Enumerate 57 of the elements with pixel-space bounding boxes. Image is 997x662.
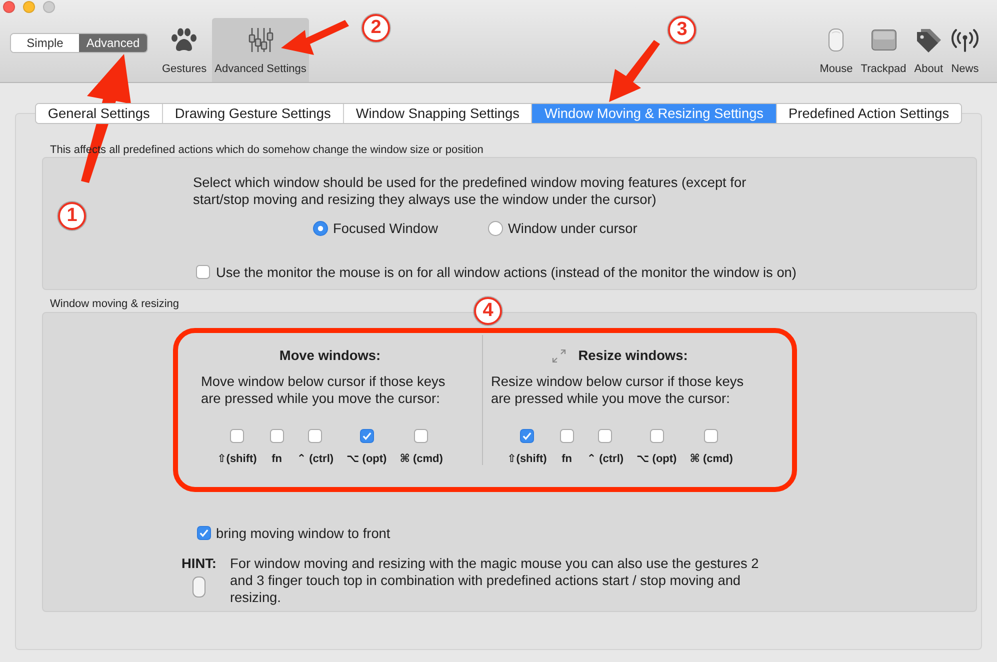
hint-label: HINT: [182,555,216,572]
mouse-icon [828,28,844,52]
checkbox-label[interactable]: Use the monitor the mouse is on for all window actions (instead of the monitor the window is on) [216,264,796,280]
toolbar-button[interactable]: Mouse [816,18,856,82]
checkbox[interactable] [520,429,534,443]
checkbox[interactable] [414,429,428,443]
paw-icon [171,28,198,52]
trackpad-icon [870,29,897,51]
group-title: Move windows: [279,348,381,363]
toolbar-button[interactable]: About [911,18,946,82]
group-description: Resize window below cursor if those keys are pressed while you move the cursor: [491,373,745,407]
key-label[interactable]: ⌥ (opt) [636,452,677,466]
resize-icon [552,348,566,362]
radio-button[interactable] [488,220,503,236]
section-caption: Window moving & resizing [50,298,179,311]
prompt-text: Select which window should be used for the predefined window moving features (except for start/stop moving and resizing they always use the window under the cursor) [193,174,748,208]
radio-label[interactable]: Window under cursor [508,220,638,236]
checkbox[interactable] [560,429,574,443]
key-label[interactable]: ⌃ (ctrl) [586,452,624,466]
toolbar-button[interactable]: Gestures [159,18,210,82]
checkbox[interactable] [650,429,664,443]
key-label[interactable]: fn [562,452,572,466]
radio-button[interactable] [313,220,328,236]
key-label[interactable]: ⌘ (cmd) [690,452,733,466]
checkbox[interactable] [598,429,612,443]
checkbox[interactable] [230,429,244,443]
minimize-button[interactable] [23,1,35,13]
checkbox[interactable] [704,429,718,443]
hint-text: For window moving and resizing with the magic mouse you can also use the gestures 2 and 3 finger touch top in combination with predefined actions start / stop moving and resizing. [230,555,760,606]
callout-arrow [609,40,660,102]
key-label[interactable]: ⌃ (ctrl) [296,452,334,466]
group-description: Move window below cursor if those keys are pressed while you move the cursor: [201,373,446,407]
radio-label[interactable]: Focused Window [333,220,438,236]
key-label[interactable]: ⇧(shift) [217,452,257,466]
checkbox[interactable] [308,429,322,443]
toolbar-button[interactable]: Trackpad [858,18,910,82]
close-button[interactable] [3,1,15,13]
key-label[interactable]: fn [272,452,282,466]
mode-segment[interactable]: Advanced [79,34,147,52]
sliders-icon [248,27,274,53]
checkbox-label[interactable]: bring moving window to front [216,526,390,540]
tag-icon [916,28,942,52]
group-title: Resize windows: [578,348,688,363]
key-label[interactable]: ⌥ (opt) [346,452,387,466]
key-label[interactable]: ⇧(shift) [507,452,547,466]
checkbox[interactable] [197,526,211,540]
mode-switch[interactable]: Simple Advanced [10,33,148,53]
toolbar-button[interactable]: Advanced Settings [212,18,310,82]
checkbox[interactable] [360,429,374,443]
toolbar-button[interactable]: News [948,18,982,82]
checkbox[interactable] [270,429,284,443]
checkbox[interactable] [196,265,210,279]
key-label[interactable]: ⌘ (cmd) [400,452,443,466]
tab[interactable]: Predefined Action Settings [776,104,962,123]
mouse-icon [192,576,206,598]
antenna-icon [951,28,979,52]
callout-arrow [281,20,349,55]
